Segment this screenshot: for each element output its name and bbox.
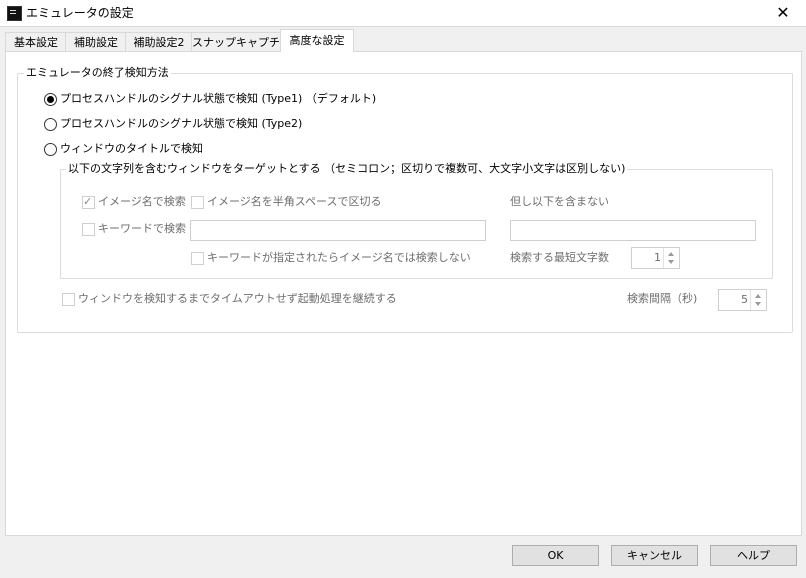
radio-window-title-label[interactable]: ウィンドウのタイトルで検知 xyxy=(60,142,203,156)
radio-window-title[interactable] xyxy=(44,143,57,156)
help-button[interactable]: ヘルプ xyxy=(710,545,797,566)
keyword-input[interactable] xyxy=(190,220,486,241)
split-space-checkbox[interactable] xyxy=(191,196,204,209)
image-name-search-checkbox[interactable] xyxy=(82,195,95,209)
app-icon xyxy=(7,6,22,21)
cancel-button[interactable]: キャンセル xyxy=(611,545,698,566)
radio-type2-label[interactable]: プロセスハンドルのシグナル状態で検知 (Type2) xyxy=(60,117,302,131)
no-timeout-label: ウィンドウを検知するまでタイムアウトせず起動処理を継続する xyxy=(78,292,397,305)
interval-stepper[interactable]: 5 xyxy=(718,289,767,311)
tab-basic[interactable]: 基本設定 xyxy=(5,32,67,52)
exit-detection-legend: エミュレータの終了検知方法 xyxy=(24,66,171,80)
exclude-input[interactable] xyxy=(510,220,756,241)
keyword-search-label: キーワードで検索 xyxy=(98,222,186,235)
spin-up-icon[interactable] xyxy=(755,294,761,298)
spin-up-icon[interactable] xyxy=(668,252,674,256)
min-chars-value: 1 xyxy=(654,251,661,264)
window-search-legend: 以下の文字列を含むウィンドウをターゲットとする （セミコロン；区切りで複数可、大… xyxy=(66,162,628,176)
keyword-search-checkbox[interactable] xyxy=(82,223,95,236)
no-image-search-label: キーワードが指定されたらイメージ名では検索しない xyxy=(207,251,471,264)
tab-aux2[interactable]: 補助設定2 xyxy=(125,32,193,52)
min-chars-stepper[interactable]: 1 xyxy=(631,247,680,269)
ok-button[interactable]: OK xyxy=(512,545,599,566)
min-chars-label: 検索する最短文字数 xyxy=(510,251,609,264)
interval-value: 5 xyxy=(741,293,748,306)
min-chars-spin-buttons[interactable] xyxy=(663,248,679,268)
radio-type1-label[interactable]: プロセスハンドルのシグナル状態で検知 (Type1) （デフォルト) xyxy=(60,92,376,106)
tab-aux[interactable]: 補助設定 xyxy=(65,32,127,52)
close-icon[interactable]: ✕ xyxy=(760,0,806,26)
window-title: エミュレータの設定 xyxy=(26,6,134,20)
interval-label: 検索間隔（秒) xyxy=(627,292,698,305)
tab-snap-capture[interactable]: スナップキャプチャ xyxy=(191,32,291,52)
spin-down-icon[interactable] xyxy=(668,260,674,264)
exclude-label: 但し以下を含まない xyxy=(510,195,609,208)
split-space-label: イメージ名を半角スペースで区切る xyxy=(207,195,382,208)
radio-type1[interactable] xyxy=(44,93,57,106)
no-timeout-checkbox[interactable] xyxy=(62,293,75,306)
spin-down-icon[interactable] xyxy=(755,302,761,306)
interval-spin-buttons[interactable] xyxy=(750,290,766,310)
radio-type2[interactable] xyxy=(44,118,57,131)
image-name-search-label: イメージ名で検索 xyxy=(98,195,186,208)
tab-advanced[interactable]: 高度な設定 xyxy=(280,29,354,52)
no-image-search-checkbox[interactable] xyxy=(191,252,204,265)
